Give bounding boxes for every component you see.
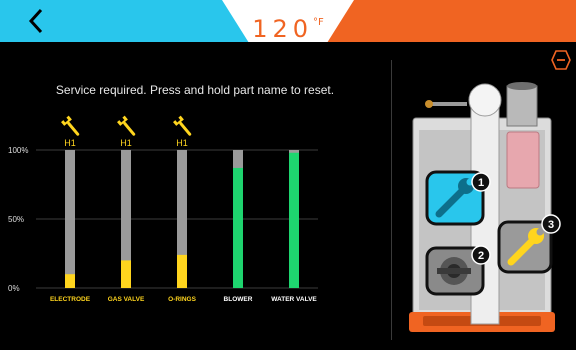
wrench-icon	[173, 115, 192, 136]
bar-track	[65, 150, 75, 288]
filter-canister	[506, 131, 540, 189]
part-badge-3-number: 3	[548, 219, 554, 231]
alert-code: H1	[120, 138, 132, 148]
chevron-left-icon[interactable]	[22, 6, 52, 36]
y-tick-label: 0%	[8, 284, 20, 293]
wrench-icon	[117, 115, 136, 136]
part-badge-3[interactable]: 3	[497, 214, 561, 274]
water-heater-diagram: 1 2 3	[409, 82, 561, 332]
y-tick-label: 50%	[8, 215, 24, 224]
alert-code: H1	[64, 138, 76, 148]
header-bar: 120°F	[0, 0, 576, 43]
wrench-handle	[67, 121, 80, 136]
temperature-value: 120	[252, 15, 314, 43]
minus-hexagon-icon[interactable]	[551, 50, 571, 70]
service-life-chart: 0% 50% 100% H1 H1 H1 ELECTRODE GAS VALVE O-RIN…	[8, 115, 318, 303]
panel-divider	[391, 60, 392, 340]
category-label[interactable]: BLOWER	[224, 296, 253, 303]
part-badge-1[interactable]: 1	[425, 170, 491, 226]
bar-fill	[177, 254, 187, 288]
category-label[interactable]: GAS VALVE	[108, 296, 145, 303]
wrench-handle	[179, 121, 192, 136]
temperature-display[interactable]: 120°F	[240, 15, 336, 43]
category-label[interactable]: O-RINGS	[168, 296, 196, 303]
part-badge-2[interactable]: 2	[425, 245, 491, 296]
category-label[interactable]: WATER VALVE	[271, 296, 317, 303]
bar-fill	[233, 167, 243, 288]
service-message: Service required. Press and hold part na…	[55, 83, 335, 97]
bar-fill	[65, 274, 75, 288]
wrench-icon	[61, 115, 80, 136]
exhaust-elbow	[468, 83, 502, 117]
gas-inlet-fitting	[425, 100, 433, 108]
bar-fill	[289, 152, 299, 288]
wrench-handle	[123, 121, 136, 136]
category-label[interactable]: ELECTRODE	[50, 296, 91, 303]
intake-opening	[507, 82, 537, 90]
alert-code: H1	[176, 138, 188, 148]
y-tick-label: 100%	[8, 146, 28, 155]
part-badge-1-number: 1	[478, 177, 484, 189]
bar-fill	[121, 260, 131, 288]
part-badge-2-number: 2	[478, 250, 484, 262]
temperature-unit: °F	[313, 17, 324, 28]
header-right-band	[326, 0, 576, 42]
intake-collar	[506, 85, 538, 127]
